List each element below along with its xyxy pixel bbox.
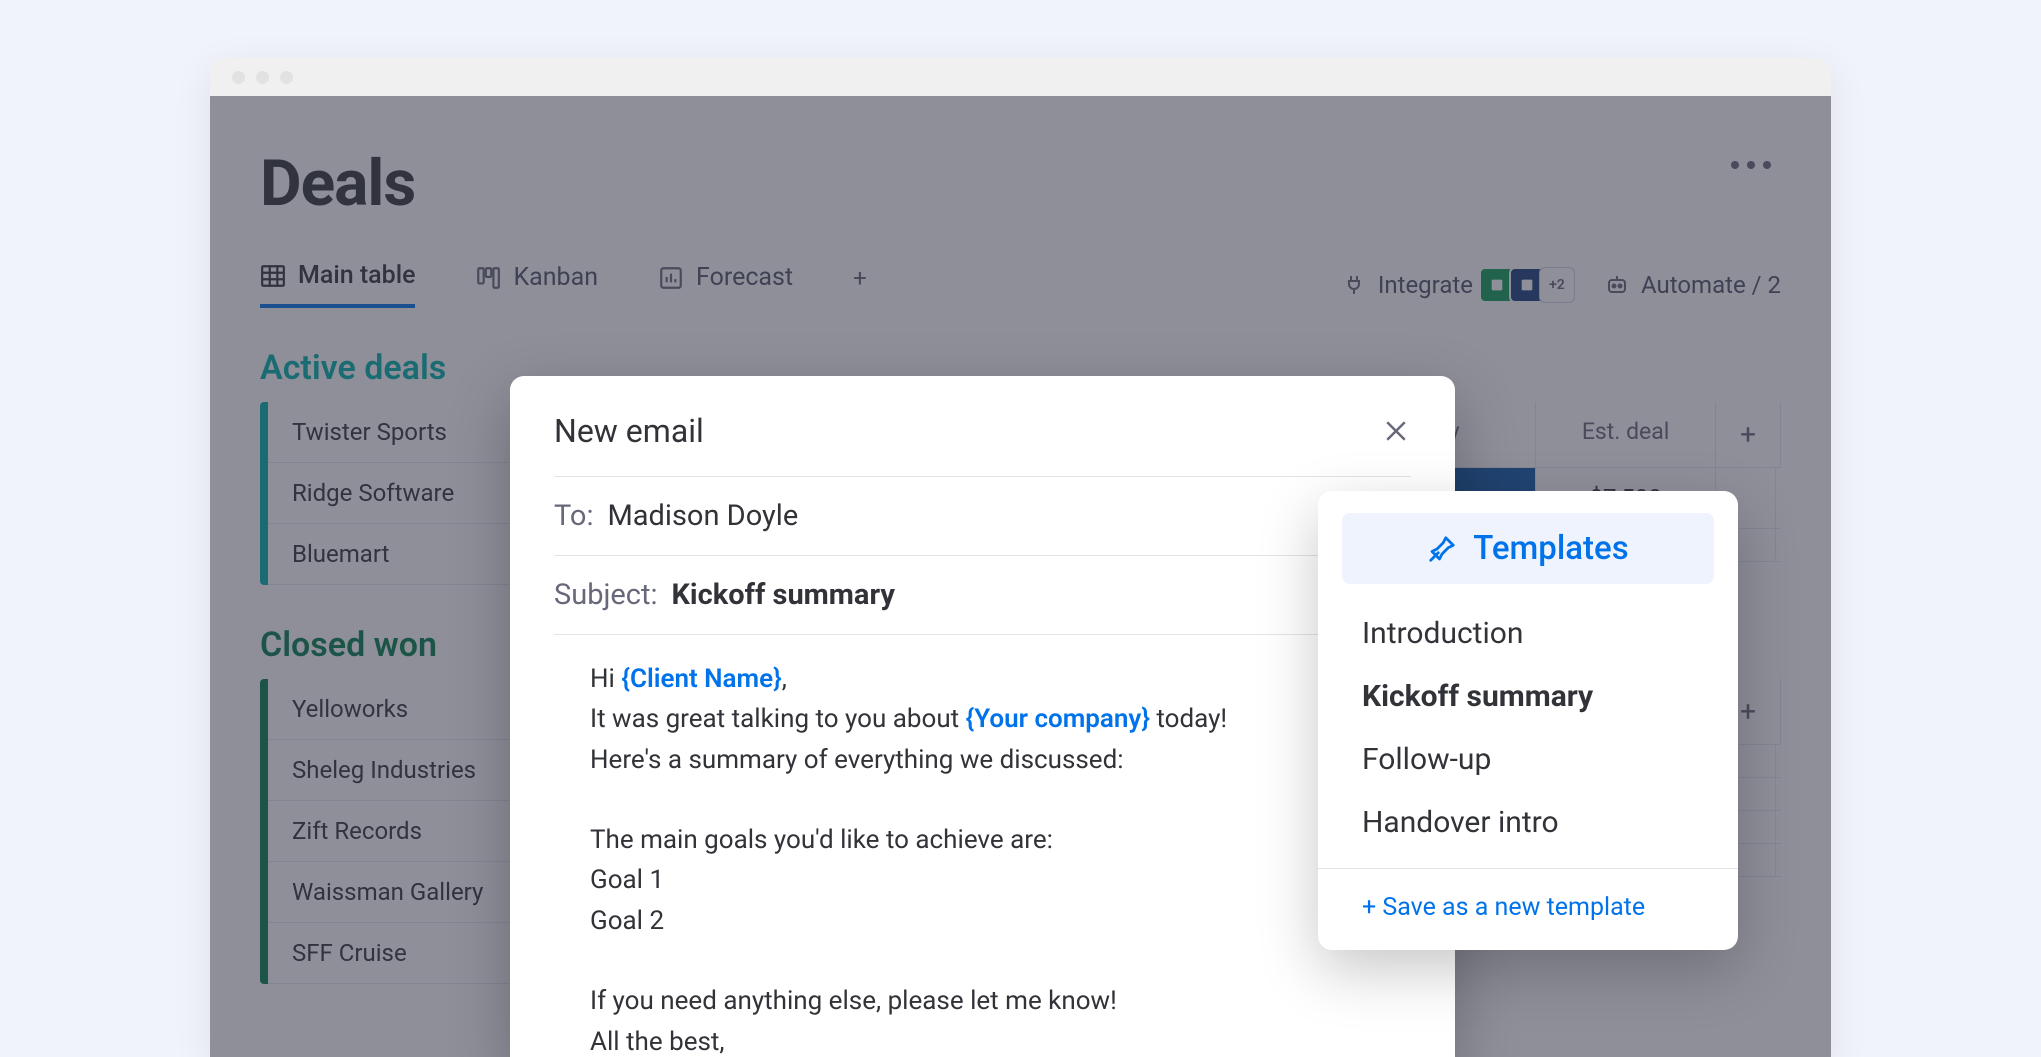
email-subject-row[interactable]: Subject: Kickoff summary	[554, 556, 1411, 635]
templates-panel: Templates Introduction Kickoff summary F…	[1318, 491, 1738, 950]
placeholder-your-company[interactable]: {Your company}	[966, 704, 1150, 734]
subject-value: Kickoff summary	[672, 578, 895, 612]
to-value: Madison Doyle	[607, 499, 798, 533]
template-item-follow-up[interactable]: Follow-up	[1342, 728, 1714, 791]
body-text: ,	[782, 664, 787, 694]
body-text: today!	[1150, 704, 1227, 734]
modal-title: New email	[554, 412, 704, 450]
window-control-dot	[256, 71, 269, 84]
template-item-kickoff-summary[interactable]: Kickoff summary	[1342, 665, 1714, 728]
template-item-introduction[interactable]: Introduction	[1342, 602, 1714, 665]
body-text: If you need anything else, please let me…	[590, 981, 1411, 1021]
close-icon[interactable]	[1381, 416, 1411, 446]
placeholder-client-name[interactable]: {Client Name}	[621, 664, 781, 694]
window-control-dot	[280, 71, 293, 84]
body-text: Hi	[590, 664, 621, 694]
new-email-modal: New email To: Madison Doyle Subject: Kic…	[510, 376, 1455, 1057]
stage: Deals Main table Kanban	[0, 0, 2041, 1057]
body-text: Here's a summary of everything we discus…	[590, 740, 1411, 780]
templates-header[interactable]: Templates	[1342, 513, 1714, 584]
body-text: Goal 1	[590, 860, 1411, 900]
save-as-template-button[interactable]: + Save as a new template	[1342, 869, 1714, 950]
template-item-handover-intro[interactable]: Handover intro	[1342, 791, 1714, 854]
email-to-row[interactable]: To: Madison Doyle	[554, 477, 1411, 556]
to-label: To:	[554, 499, 593, 533]
app-body: Deals Main table Kanban	[210, 96, 1831, 1057]
body-text: It was great talking to you about	[590, 704, 966, 734]
subject-label: Subject:	[554, 578, 658, 612]
body-text: Goal 2	[590, 901, 1411, 941]
templates-label: Templates	[1473, 529, 1628, 568]
window-control-dot	[232, 71, 245, 84]
window-titlebar	[210, 58, 1831, 96]
body-text: The main goals you'd like to achieve are…	[590, 820, 1411, 860]
body-text: All the best,	[590, 1022, 1411, 1057]
browser-window: Deals Main table Kanban	[210, 58, 1831, 1057]
email-body[interactable]: Hi {Client Name}, It was great talking t…	[554, 635, 1411, 1057]
pin-icon	[1427, 534, 1457, 564]
